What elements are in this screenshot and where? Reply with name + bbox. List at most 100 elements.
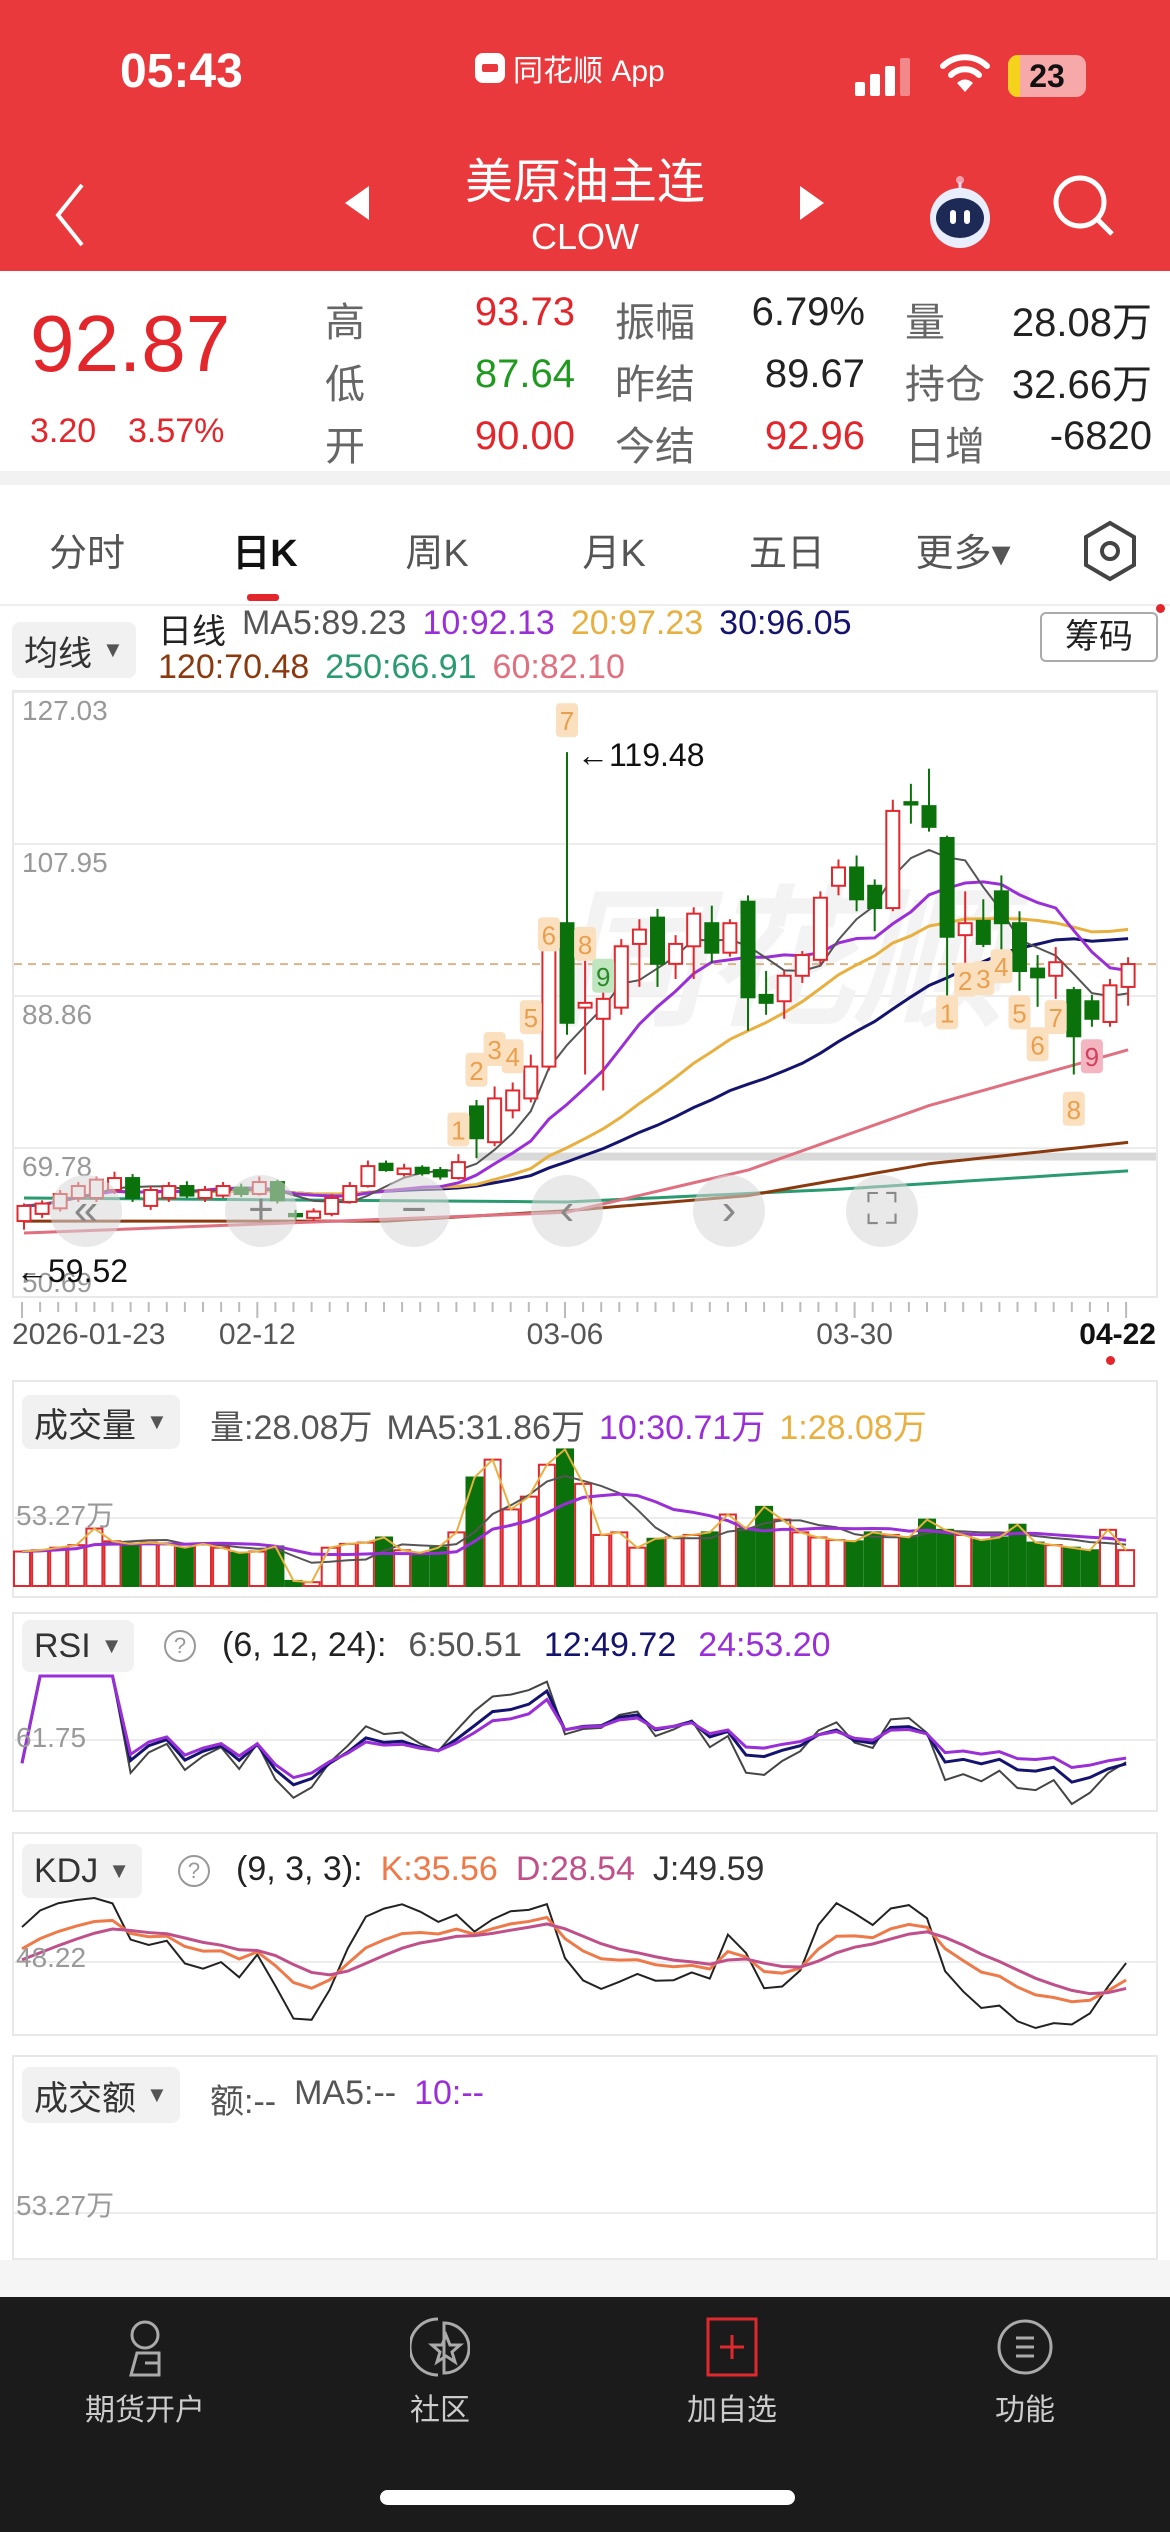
quote-value: 89.67 [764,352,865,396]
dropdown-triangle-icon: ▼ [102,637,124,662]
candlestick[interactable] [161,1182,177,1202]
zoom-out-button[interactable]: − [378,1175,450,1247]
candlestick[interactable] [378,1160,394,1172]
volume-bar [592,1533,611,1588]
tab-1[interactable]: 日K [232,522,297,577]
candle-body [595,997,611,1020]
candle-body [921,805,937,828]
candle-body [849,866,865,901]
quote-label: 昨结 [615,363,695,407]
candlestick[interactable] [1030,955,1046,1007]
legend-item: 额:-- [210,2083,277,2121]
candlestick[interactable] [450,1154,466,1180]
ai-assistant-robot-icon[interactable] [920,172,1000,252]
candlestick[interactable] [903,783,919,824]
marker-label: 3 [487,1035,501,1065]
candlestick[interactable] [324,1193,340,1217]
legend-item: MA5:-- [294,2074,397,2112]
scroll-right-button[interactable]: › [693,1175,765,1247]
next-contract-button[interactable] [800,186,824,220]
candlestick[interactable] [722,919,738,957]
candlestick[interactable] [414,1165,430,1176]
candle-body [432,1169,448,1178]
kline-chart[interactable]: 127.03 107.95 88.86 69.78 50.69 同花顺 1 2 3 4 5 6 7 8 9 1… [12,690,1158,1298]
candlestick[interactable] [505,1082,521,1119]
candlestick[interactable] [179,1181,195,1198]
app-return-badge[interactable]: 同花顺 App [475,46,665,90]
zoom-reset-button[interactable]: « [50,1175,122,1247]
candle-body [613,945,629,1009]
volume-chart[interactable] [12,1440,1158,1590]
candlestick[interactable] [469,1100,484,1159]
indicator-selector-turnover[interactable]: 成交额 ▼ [22,2067,180,2123]
volume-bar [972,1539,991,1587]
indicator-selector-kdj[interactable]: KDJ ▼ [22,1844,143,1898]
indicator-selector-rsi[interactable]: RSI ▼ [22,1620,135,1672]
help-icon[interactable]: ? [178,1855,210,1887]
candlestick[interactable] [1012,911,1027,991]
volume-bar [700,1531,719,1588]
candle-body [360,1165,376,1188]
indicator-selector-ma[interactable]: 均线 ▼ [12,622,136,678]
volume-bar [248,1550,267,1587]
back-chevron-icon[interactable] [50,180,90,250]
marker-label: 1 [940,998,954,1028]
divider [0,471,1170,485]
candlestick[interactable] [541,939,557,1071]
candle-body [559,922,575,1024]
candlestick[interactable] [306,1208,322,1222]
tabbar-item-1[interactable]: 社区 [410,2315,470,2429]
zoom-in-button[interactable]: + [225,1175,297,1247]
candlestick[interactable] [34,1200,50,1218]
candle-body [179,1185,195,1197]
cellular-signal-icon [855,58,910,96]
candle-body [794,954,810,977]
candlestick[interactable] [921,768,937,832]
candlestick[interactable] [613,939,629,1015]
candlestick[interactable] [885,799,901,912]
tabbar-item-3[interactable]: 功能 [995,2315,1055,2429]
candlestick[interactable] [812,891,828,965]
candlestick[interactable] [1120,957,1136,1006]
rsi-chart[interactable] [12,1670,1158,1810]
fullscreen-button[interactable]: ⛶ [846,1175,918,1247]
volume-bar [791,1531,810,1588]
previous-contract-button[interactable] [345,186,369,220]
tabbar-item-0[interactable]: 期货开户 [85,2315,205,2429]
price-change: 3.20 [30,412,97,450]
tab-0[interactable]: 分时 [49,522,125,577]
tabbar-item-2[interactable]: 加自选 [687,2315,777,2429]
contract-title: 美原油主连 [464,156,705,209]
candlestick[interactable] [1102,978,1118,1027]
candlestick[interactable] [16,1203,32,1230]
tab-3[interactable]: 月K [582,522,645,577]
kdj-chart[interactable] [12,1892,1158,2034]
candlestick[interactable] [1048,947,1064,999]
candlestick[interactable] [125,1174,141,1202]
chip-distribution-button[interactable]: 筹码 [1040,612,1158,662]
candlestick[interactable] [342,1182,358,1204]
volume-bar [501,1508,520,1587]
volume-bar [682,1533,701,1588]
candlestick[interactable] [523,1054,539,1103]
app-logo-icon [475,53,505,83]
quote-value: -6820 [1049,414,1152,458]
candlestick[interactable] [143,1186,159,1210]
rsi-params: (6, 12, 24): [222,1626,387,1664]
chart-settings-icon[interactable] [1080,520,1140,582]
tab-5[interactable]: 更多▾ [915,522,1010,577]
volume-bar [899,1536,918,1587]
help-icon[interactable]: ? [164,1630,196,1662]
candlestick[interactable] [432,1166,448,1180]
scroll-left-button[interactable]: ‹ [531,1175,603,1247]
tab-2[interactable]: 周K [405,522,468,577]
candlestick[interactable] [1084,994,1100,1027]
menu-icon [997,2319,1053,2375]
candlestick[interactable] [1066,986,1082,1075]
candlestick[interactable] [360,1160,376,1188]
candle-body [704,922,720,954]
candlestick[interactable] [487,1086,503,1147]
last-price: 92.87 [30,299,231,388]
search-icon[interactable] [1050,172,1120,242]
tab-4[interactable]: 五日 [749,522,825,577]
